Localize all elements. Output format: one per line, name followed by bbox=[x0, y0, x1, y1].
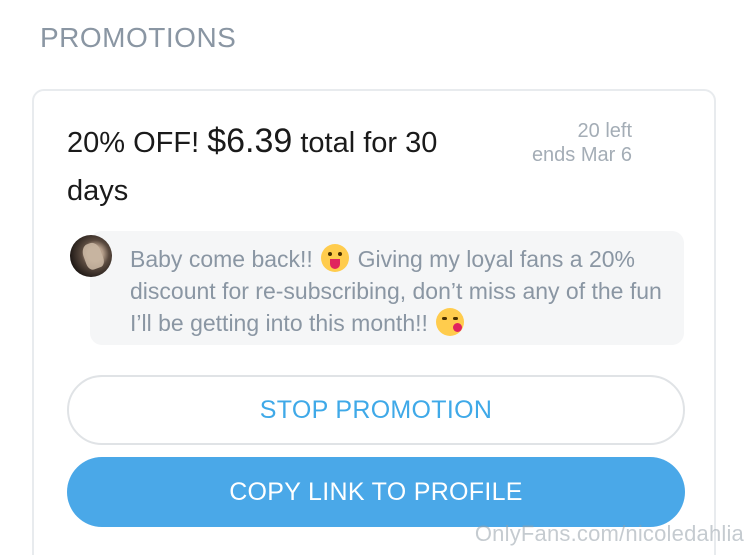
promo-message-part1: Baby come back!! bbox=[130, 246, 313, 272]
promo-message-bubble: Baby come back!! Giving my loyal fans a … bbox=[90, 231, 684, 345]
promo-end-date: ends Mar 6 bbox=[531, 144, 632, 166]
promo-price: $6.39 bbox=[207, 122, 293, 160]
face-with-tongue-icon bbox=[321, 244, 350, 272]
promotion-card: 20% OFF! $6.39 total for 30 days 20 left… bbox=[32, 89, 716, 555]
promo-discount: 20% OFF! bbox=[67, 127, 200, 159]
promotions-page: PROMOTIONS 20% OFF! $6.39 total for 30 d… bbox=[0, 0, 750, 555]
watermark: OnlyFans.com/nicoledahlia bbox=[474, 521, 744, 546]
promo-headline: 20% OFF! $6.39 total for 30 days bbox=[67, 117, 487, 215]
avatar[interactable] bbox=[70, 235, 112, 277]
copy-link-button[interactable]: COPY LINK TO PROFILE bbox=[67, 457, 685, 527]
stop-promotion-button[interactable]: STOP PROMOTION bbox=[67, 375, 685, 445]
promo-remaining: 20 left bbox=[577, 120, 632, 142]
face-blowing-kiss-icon bbox=[436, 308, 465, 336]
promo-meta: 20 left ends Mar 6 bbox=[532, 119, 632, 167]
section-title: PROMOTIONS bbox=[40, 22, 237, 53]
